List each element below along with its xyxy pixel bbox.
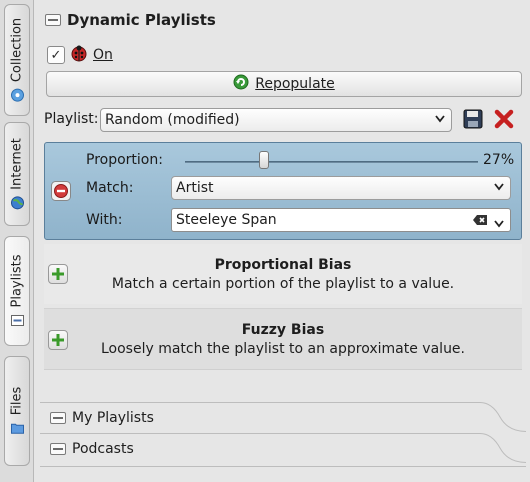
add-bias-button[interactable] [48,330,68,350]
match-select-value: Artist [176,180,214,196]
tab-playlists-label: Playlists [9,254,25,308]
dynamic-playlists-panel: Dynamic Playlists ✓ On Repopulate Playli… [35,0,530,482]
tab-slope-decoration [480,402,526,432]
tab-files-label: Files [9,386,25,416]
side-tab-bar: Collection Internet Playlists Files [0,0,34,482]
globe-icon [10,196,24,210]
on-checkbox[interactable]: ✓ [47,46,65,64]
add-bias-button[interactable] [48,264,68,284]
playlist-select-value: Random (modified) [105,112,240,128]
bias-item[interactable]: Proportional Bias Match a certain portio… [44,244,522,304]
proportion-label: Proportion: [86,152,163,168]
expand-icon [50,442,66,455]
refresh-icon [233,74,249,94]
chevron-down-icon [435,113,445,126]
with-input[interactable]: Steeleye Span [171,208,511,232]
remove-bias-button[interactable] [51,181,71,201]
folder-icon [10,421,24,435]
tab-internet-label: Internet [9,138,25,190]
clear-text-icon[interactable] [472,214,488,230]
tab-slope-decoration [480,433,526,463]
section-header[interactable]: Dynamic Playlists [45,7,216,33]
collapse-icon [45,14,61,26]
tab-playlists[interactable]: Playlists [4,236,30,346]
playlist-icon [10,313,24,327]
bias-description: Match a certain portion of the playlist … [111,276,455,292]
match-select[interactable]: Artist [171,176,511,200]
collection-disc-icon [10,88,24,102]
bias-editor: Proportion: 27% Match: Artist With: Stee… [44,142,522,240]
tab-collection[interactable]: Collection [4,4,30,116]
bias-title: Fuzzy Bias [241,322,325,338]
expand-icon [50,411,66,424]
on-toggle[interactable]: ✓ On [47,44,113,66]
tab-files[interactable]: Files [4,356,30,466]
with-label: With: [86,212,123,228]
on-label: On [93,47,113,63]
save-icon[interactable] [463,109,483,133]
ladybug-icon [70,44,88,66]
chevron-down-icon [494,181,504,194]
section-podcasts[interactable]: Podcasts [40,433,526,463]
page-title: Dynamic Playlists [67,11,216,29]
bottom-divider [40,466,526,467]
proportion-slider-track[interactable] [185,161,478,163]
tab-collection-label: Collection [9,17,25,83]
section-my-playlists[interactable]: My Playlists [40,402,526,432]
proportion-slider-handle[interactable] [259,151,270,169]
repopulate-button[interactable]: Repopulate [46,71,522,97]
proportion-value: 27% [483,152,515,168]
section-my-playlists-label: My Playlists [72,409,154,426]
chevron-down-icon[interactable] [494,216,504,232]
repopulate-label: Repopulate [255,76,335,92]
bias-title: Proportional Bias [214,257,352,273]
playlist-label: Playlist: [44,111,99,127]
bias-description: Loosely match the playlist to an approxi… [101,341,465,357]
with-input-value: Steeleye Span [176,212,277,228]
playlist-select[interactable]: Random (modified) [100,108,452,132]
match-label: Match: [86,180,134,196]
tab-internet[interactable]: Internet [4,122,30,226]
section-podcasts-label: Podcasts [72,440,134,457]
delete-icon[interactable] [493,108,515,134]
bias-item[interactable]: Fuzzy Bias Loosely match the playlist to… [44,308,522,370]
